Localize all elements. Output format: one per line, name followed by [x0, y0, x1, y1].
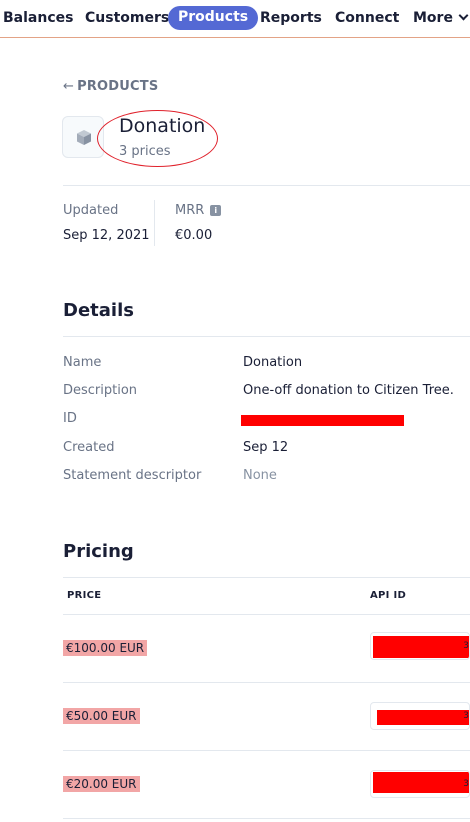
mrr-label-group: MRR i [175, 203, 222, 218]
mrr-value: €0.00 [175, 228, 213, 243]
updated-label: Updated [63, 203, 119, 218]
divider [63, 577, 470, 578]
table-row-divider [63, 750, 470, 751]
detail-label-statement-descriptor: Statement descriptor [63, 468, 202, 483]
arrow-left-icon: ← [63, 79, 75, 94]
mrr-label: MRR [175, 203, 205, 218]
price-amount[interactable]: €50.00 EUR [63, 708, 140, 724]
api-id-field[interactable]: 3 [370, 770, 470, 798]
info-icon[interactable]: i [210, 205, 222, 216]
nav-customers[interactable]: Customers [85, 10, 169, 26]
redaction-id [241, 415, 404, 426]
api-id-tail: 3 [463, 711, 469, 721]
nav-more-label: More [413, 10, 453, 26]
detail-label-name: Name [63, 355, 102, 370]
nav-reports[interactable]: Reports [260, 10, 322, 26]
detail-value-statement-descriptor: None [243, 468, 277, 483]
redaction-api-id [377, 710, 469, 725]
price-amount[interactable]: €100.00 EUR [63, 640, 148, 656]
column-header-price: PRICE [67, 590, 102, 601]
detail-label-created: Created [63, 440, 115, 455]
detail-value-name: Donation [243, 355, 303, 370]
redaction-api-id [373, 772, 469, 793]
detail-value-created: Sep 12 [243, 440, 289, 455]
top-nav: Balances Customers Products Reports Conn… [0, 0, 470, 38]
nav-more[interactable]: More [413, 10, 469, 26]
updated-value: Sep 12, 2021 [63, 228, 150, 243]
summary-divider [154, 200, 155, 246]
api-id-field[interactable]: 3 [370, 702, 470, 730]
table-row-divider [63, 682, 470, 683]
column-header-api-id: API ID [370, 590, 407, 601]
back-link-label: PRODUCTS [77, 79, 159, 94]
api-id-tail: 3 [463, 641, 469, 651]
detail-label-description: Description [63, 383, 138, 398]
divider [63, 336, 470, 337]
redaction-api-id [373, 636, 469, 658]
annotation-circle [97, 110, 218, 167]
nav-balances[interactable]: Balances [3, 10, 73, 26]
table-header-divider [63, 614, 470, 615]
nav-connect[interactable]: Connect [335, 10, 399, 26]
detail-label-id: ID [63, 411, 77, 426]
api-id-tail: 3 [463, 779, 469, 789]
detail-value-description: One-off donation to Citizen Tree. [243, 383, 454, 398]
nav-products[interactable]: Products [168, 6, 259, 30]
price-amount[interactable]: €20.00 EUR [63, 776, 140, 792]
table-row-divider [63, 818, 470, 819]
details-heading: Details [63, 300, 134, 321]
back-to-products-link[interactable]: ← PRODUCTS [63, 79, 158, 94]
pricing-heading: Pricing [63, 541, 134, 562]
chevron-down-icon [458, 10, 469, 21]
api-id-field[interactable]: 3 [370, 632, 470, 660]
cube-icon [77, 130, 91, 145]
divider [63, 185, 470, 186]
